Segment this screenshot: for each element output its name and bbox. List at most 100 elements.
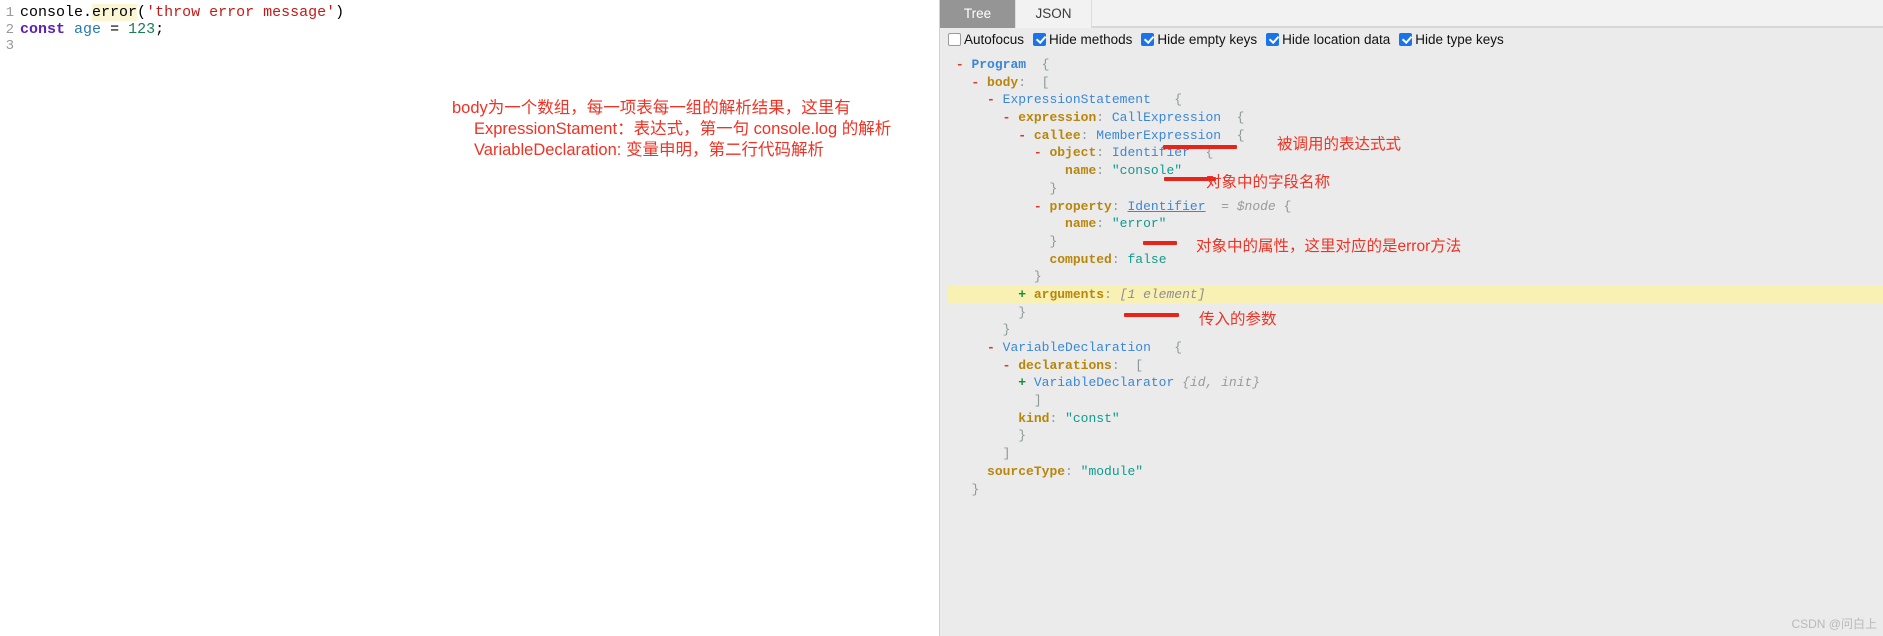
ast-tree-row[interactable]: - VariableDeclaration { <box>948 339 1883 357</box>
tree-token: } <box>1002 322 1011 338</box>
ast-view-tabs[interactable]: Tree JSON <box>940 0 1883 28</box>
code-editor[interactable]: 1 console.error('throw error message') 2 co… <box>0 0 939 55</box>
tree-token: {id, init} <box>1182 375 1261 391</box>
tree-toggle-spacer <box>956 482 964 497</box>
tree-token: "const" <box>1065 410 1120 426</box>
ast-tree-row[interactable]: kind: "const" <box>948 410 1883 428</box>
option-hide-type-keys[interactable]: Hide type keys <box>1399 32 1504 47</box>
ast-tree-row[interactable]: + arguments: [1 element] <box>948 285 1883 304</box>
tree-token: sourceType <box>987 463 1066 479</box>
tree-token: "module" <box>1080 463 1144 479</box>
ast-tree-row[interactable]: - Program { <box>948 56 1883 74</box>
collapse-toggle-icon[interactable]: - <box>1034 145 1042 160</box>
tree-token <box>1206 199 1222 214</box>
ast-tree-row[interactable]: name: "error" <box>948 215 1883 233</box>
code-token: error <box>92 4 138 21</box>
ast-tree-row[interactable]: } <box>948 321 1883 339</box>
ast-tree-row[interactable]: } <box>948 481 1883 499</box>
ast-tree-row[interactable]: ] <box>948 392 1883 410</box>
ast-annotation-note: 对象中的字段名称 <box>1206 174 1331 191</box>
checkbox-icon[interactable] <box>1141 32 1155 46</box>
tree-token: MemberExpression <box>1096 127 1222 143</box>
checkbox-icon[interactable] <box>948 32 961 46</box>
tree-token: [1 element] <box>1119 286 1206 302</box>
ast-tree-row[interactable]: - declarations: [ <box>948 357 1883 375</box>
option-label: Autofocus <box>964 31 1025 47</box>
ast-tree-row[interactable]: ] <box>948 445 1883 463</box>
ast-tree-row[interactable]: } <box>948 304 1883 322</box>
tree-token: : <box>1096 110 1112 126</box>
tree-token: { <box>1150 92 1183 108</box>
tabbar-filler <box>1092 0 1883 27</box>
ast-tree-row[interactable]: } <box>948 427 1883 445</box>
expand-toggle-icon[interactable]: + <box>1018 375 1026 390</box>
collapse-toggle-icon[interactable]: - <box>1034 199 1042 214</box>
tree-gap <box>1026 128 1034 143</box>
ast-options-bar[interactable]: Autofocus Hide methods Hide empty keys Hide… <box>940 28 1883 50</box>
tree-toggle-spacer <box>1034 181 1042 196</box>
option-hide-methods[interactable]: Hide methods <box>1033 32 1132 47</box>
tree-gap <box>1026 287 1034 302</box>
tab-tree[interactable]: Tree <box>940 0 1016 28</box>
code-token: 123 <box>128 21 156 38</box>
code-token: ) <box>335 4 345 21</box>
ast-tree-row[interactable]: - body: [ <box>948 74 1883 92</box>
code-line[interactable]: 3 <box>0 38 939 55</box>
code-token: ; <box>155 21 165 38</box>
tree-token: expression <box>1018 110 1097 126</box>
ast-tree-row[interactable]: + VariableDeclarator {id, init} <box>948 374 1883 392</box>
ast-tree-row[interactable]: - callee: MemberExpression { <box>948 127 1883 145</box>
tree-gap <box>995 340 1003 355</box>
annotation-underline <box>1124 313 1179 317</box>
tree-gap <box>995 446 1003 461</box>
code-line[interactable]: 1 console.error('throw error message') <box>0 4 939 21</box>
collapse-toggle-icon[interactable]: - <box>987 92 995 107</box>
code-token: ( <box>137 4 147 21</box>
ast-tree[interactable]: - Program { - body: [ - ExpressionStatem… <box>940 50 1883 498</box>
ast-tree-row[interactable]: - ExpressionStatement { <box>948 91 1883 109</box>
option-autofocus[interactable]: Autofocus <box>948 32 1024 47</box>
collapse-toggle-icon[interactable]: - <box>987 340 995 355</box>
tree-gap <box>1057 216 1065 231</box>
tree-token: : <box>1104 286 1120 302</box>
tab-json[interactable]: JSON <box>1016 0 1092 28</box>
tree-gap <box>1026 393 1034 408</box>
expand-toggle-icon[interactable]: + <box>1018 287 1026 302</box>
collapse-toggle-icon[interactable]: - <box>1018 128 1026 143</box>
tree-token: ] <box>1033 393 1042 409</box>
tree-gap <box>1026 269 1034 284</box>
annotation-underline <box>1143 241 1177 245</box>
ast-tree-row[interactable]: } <box>948 268 1883 286</box>
ast-tree-row[interactable]: name: "console" <box>948 162 1883 180</box>
checkbox-icon[interactable] <box>1399 32 1413 46</box>
checkbox-icon[interactable] <box>1266 32 1280 46</box>
checkbox-icon[interactable] <box>1033 32 1047 46</box>
code-line[interactable]: 2 const age = 123; <box>0 21 939 38</box>
option-hide-empty-keys[interactable]: Hide empty keys <box>1141 32 1257 47</box>
code-editor-pane[interactable]: 1 console.error('throw error message') 2 co… <box>0 0 940 636</box>
tree-toggle-spacer <box>1018 393 1026 408</box>
line-number: 3 <box>5 38 14 54</box>
ast-tree-row[interactable]: sourceType: "module" <box>948 463 1883 481</box>
option-hide-location-data[interactable]: Hide location data <box>1266 32 1390 47</box>
ast-tree-row[interactable]: - property: Identifier = $node { <box>948 198 1883 216</box>
tree-gap <box>979 75 987 90</box>
ast-tree-row[interactable]: } <box>948 180 1883 198</box>
option-label: Hide type keys <box>1415 31 1504 47</box>
code-token: age <box>74 21 102 38</box>
tree-token: declarations <box>1018 357 1112 373</box>
line-number: 1 <box>5 5 14 21</box>
ast-tree-row[interactable]: - object: Identifier { <box>948 144 1883 162</box>
collapse-toggle-icon[interactable]: - <box>956 57 964 72</box>
code-token: const <box>20 21 66 38</box>
left-annotation-note: body为一个数组，每一项表每一组的解析结果，这里有 ExpressionSta… <box>452 98 891 161</box>
ast-tree-row[interactable]: - expression: CallExpression { <box>948 109 1883 127</box>
